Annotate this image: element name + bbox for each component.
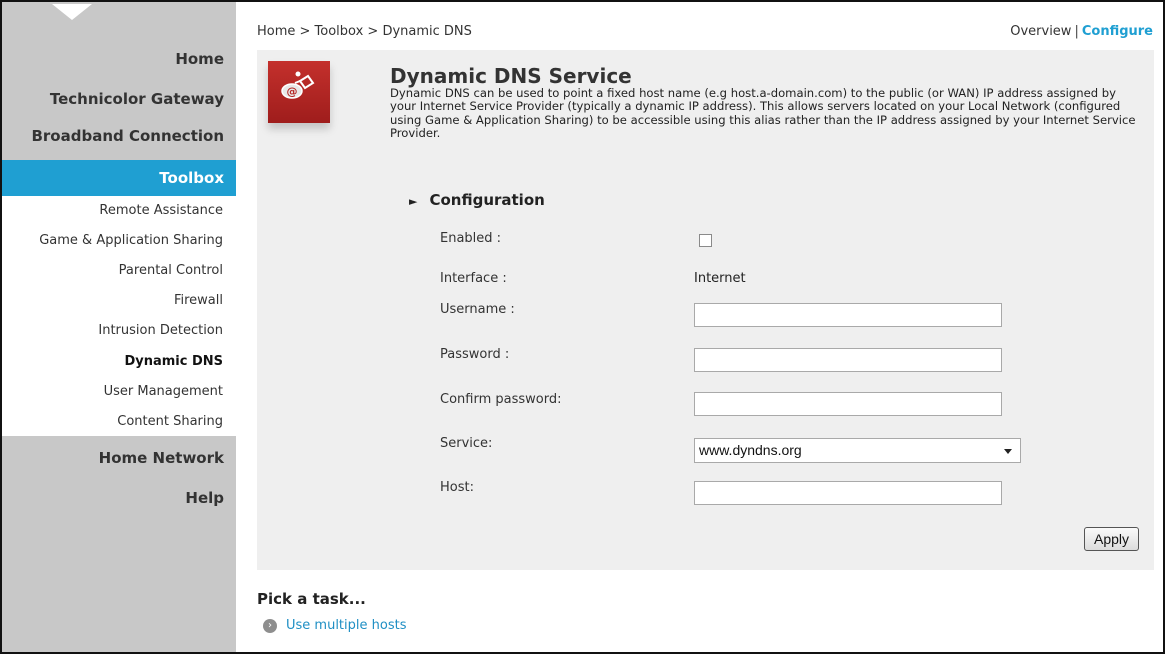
configure-link[interactable]: Configure: [1082, 24, 1153, 39]
nav-technicolor-gateway[interactable]: Technicolor Gateway: [50, 90, 224, 108]
interface-label: Interface :: [440, 271, 507, 286]
subnav-firewall[interactable]: Firewall: [174, 293, 223, 308]
service-select[interactable]: www.dyndns.org: [694, 438, 1021, 463]
page-title: Dynamic DNS Service: [390, 64, 632, 88]
dyndns-module-icon: @: [268, 61, 330, 123]
svg-text:@: @: [287, 85, 298, 98]
subnav-game-application-sharing[interactable]: Game & Application Sharing: [39, 233, 223, 248]
toolbox-subnav: Remote Assistance Game & Application Sha…: [2, 196, 236, 436]
task-use-multiple-hosts[interactable]: › Use multiple hosts: [263, 618, 406, 633]
interface-value: Internet: [694, 271, 746, 286]
nav-home[interactable]: Home: [175, 50, 224, 68]
username-input[interactable]: [694, 303, 1002, 327]
subnav-dynamic-dns[interactable]: Dynamic DNS: [124, 354, 223, 369]
username-label: Username :: [440, 302, 515, 317]
nav-toolbox[interactable]: Toolbox: [2, 160, 236, 196]
subnav-remote-assistance[interactable]: Remote Assistance: [99, 203, 223, 218]
service-select-value: www.dyndns.org: [699, 442, 802, 458]
subnav-parental-control[interactable]: Parental Control: [119, 263, 223, 278]
subnav-content-sharing[interactable]: Content Sharing: [117, 414, 223, 429]
confirm-password-input[interactable]: [694, 392, 1002, 416]
enabled-checkbox[interactable]: [699, 234, 712, 247]
content-panel: @ Dynamic DNS Service Dynamic DNS can be…: [257, 50, 1154, 570]
service-label: Service:: [440, 436, 493, 451]
sidebar-notch: [52, 4, 92, 20]
overview-link[interactable]: Overview: [1010, 24, 1071, 39]
configuration-heading-label: Configuration: [429, 191, 545, 209]
task-label: Use multiple hosts: [286, 618, 407, 633]
password-label: Password :: [440, 347, 510, 362]
tasks-title: Pick a task...: [257, 590, 366, 608]
sidebar: Home Technicolor Gateway Broadband Conne…: [2, 2, 236, 652]
view-switch: Overview | Configure: [1010, 24, 1153, 39]
host-label: Host:: [440, 480, 474, 495]
host-input[interactable]: [694, 481, 1002, 505]
nav-home-network[interactable]: Home Network: [99, 449, 224, 467]
triangle-right-icon: ►: [409, 195, 418, 208]
nav-broadband-connection[interactable]: Broadband Connection: [31, 127, 224, 145]
chevron-right-circle-icon: ›: [263, 618, 277, 633]
chevron-down-icon: [1004, 449, 1012, 454]
subnav-intrusion-detection[interactable]: Intrusion Detection: [98, 323, 223, 338]
configuration-heading: ► Configuration: [409, 191, 545, 209]
view-separator: |: [1074, 24, 1079, 39]
confirm-password-label: Confirm password:: [440, 392, 562, 407]
nav-help[interactable]: Help: [185, 489, 224, 507]
page-description: Dynamic DNS can be used to point a fixed…: [390, 86, 1136, 141]
apply-button[interactable]: Apply: [1084, 527, 1139, 551]
subnav-user-management[interactable]: User Management: [104, 384, 223, 399]
enabled-label: Enabled :: [440, 231, 502, 246]
breadcrumb: Home > Toolbox > Dynamic DNS: [257, 24, 472, 39]
password-input[interactable]: [694, 348, 1002, 372]
